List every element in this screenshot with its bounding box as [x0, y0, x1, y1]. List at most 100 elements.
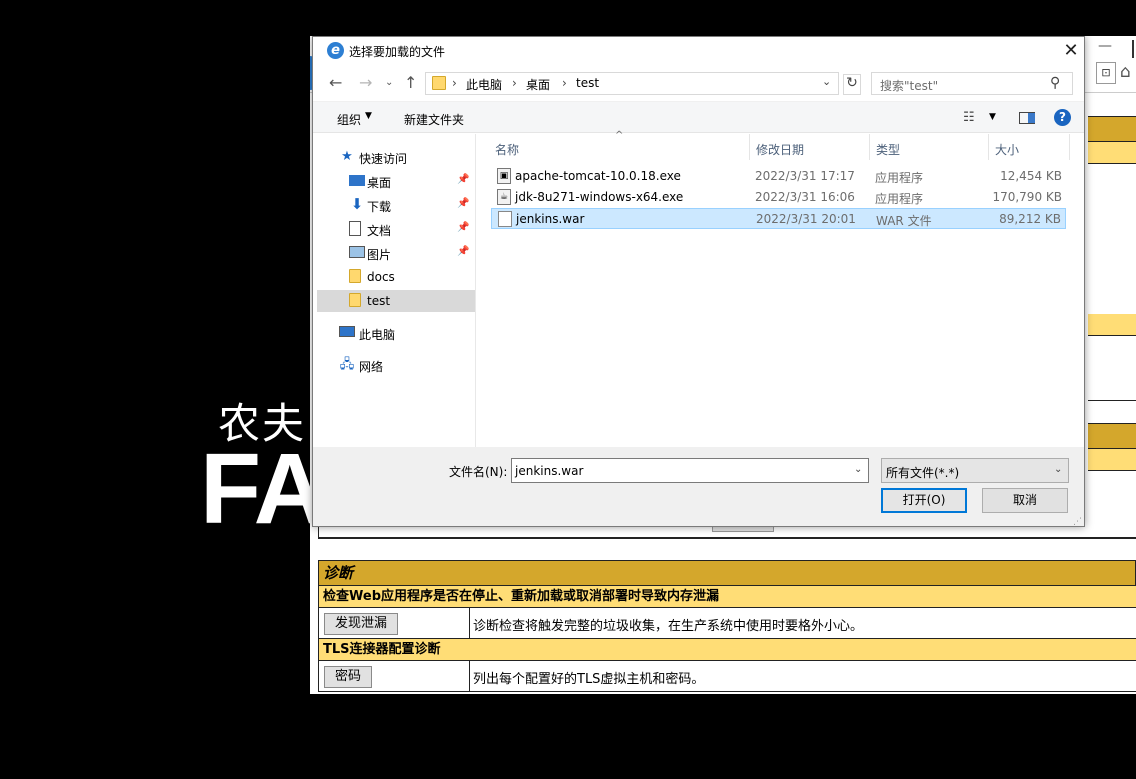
nav-downloads[interactable]: ⬇ 下载 📌: [317, 194, 475, 216]
download-icon: ⬇: [350, 195, 364, 213]
file-open-dialog: e 选择要加载的文件 ✕ ← → ⌄ ↑ › 此电脑 › 桌面 › test ⌄…: [312, 36, 1085, 527]
file-list: ^ 名称 修改日期 类型 大小 ▣ apache-tomcat-10.0.18.…: [477, 130, 1083, 447]
back-button[interactable]: ←: [329, 73, 342, 92]
new-folder-button[interactable]: 新建文件夹: [404, 111, 464, 128]
document-icon: [349, 221, 361, 236]
refresh-button[interactable]: ↻: [843, 74, 861, 95]
nav-pictures[interactable]: 图片 📌: [317, 242, 475, 264]
memory-leak-row: 发现泄漏 诊断检查将触发完整的垃圾收集，在生产系统中使用时要格外小心。: [318, 608, 1136, 639]
search-icon[interactable]: ⚲: [1050, 75, 1060, 91]
compat-view-button[interactable]: ⊡: [1096, 62, 1116, 84]
pin-icon: 📌: [457, 246, 470, 257]
nav-documents[interactable]: 文档 📌: [317, 218, 475, 240]
nav-desktop[interactable]: 桌面 📌: [317, 170, 475, 192]
breadcrumb-this-pc[interactable]: 此电脑: [466, 76, 502, 93]
nav-docs-folder[interactable]: docs: [317, 266, 475, 288]
cancel-button[interactable]: 取消: [982, 488, 1068, 513]
pane-divider[interactable]: [475, 134, 476, 447]
breadcrumb-test[interactable]: test: [576, 76, 599, 90]
preview-pane-icon[interactable]: [1019, 112, 1035, 124]
filetype-value: 所有文件(*.*): [886, 466, 960, 480]
chevron-down-icon[interactable]: ⌄: [854, 464, 862, 475]
file-row-selected[interactable]: jenkins.war 2022/3/31 20:01 WAR 文件 89,21…: [491, 208, 1066, 229]
up-button[interactable]: ↑: [404, 73, 417, 92]
cell-divider: [469, 661, 470, 692]
cell-divider: [469, 608, 470, 639]
pin-icon: 📌: [457, 174, 470, 185]
tls-heading: TLS连接器配置诊断: [318, 639, 1136, 661]
dialog-toolbar: 组织 ▼ 新建文件夹 ☷ ▼ ?: [313, 101, 1084, 133]
view-options-icon[interactable]: ☷: [963, 110, 975, 125]
chevron-right-icon[interactable]: ›: [562, 76, 567, 90]
nav-this-pc[interactable]: 此电脑: [317, 322, 475, 344]
file-row[interactable]: ▣ apache-tomcat-10.0.18.exe 2022/3/31 17…: [491, 166, 1066, 187]
column-divider[interactable]: [988, 134, 989, 160]
column-header-type[interactable]: 类型: [876, 141, 900, 158]
diagnostics-title: 诊断: [318, 560, 1136, 586]
navigation-pane: ★ 快速访问 桌面 📌 ⬇ 下载 📌 文档 📌 图片 📌 docs test 此…: [317, 134, 475, 447]
chevron-right-icon[interactable]: ›: [512, 76, 517, 90]
caret-down-icon[interactable]: ▼: [365, 111, 372, 121]
nav-network[interactable]: 🖧 网络: [317, 354, 475, 376]
recent-locations-button[interactable]: ⌄: [385, 77, 393, 88]
column-divider[interactable]: [869, 134, 870, 160]
nav-quick-access[interactable]: ★ 快速访问: [317, 146, 475, 168]
browser-maximize-button[interactable]: [1132, 40, 1136, 58]
ciphers-description: 列出每个配置好的TLS虚拟主机和密码。: [473, 672, 705, 687]
ciphers-button[interactable]: 密码: [324, 666, 373, 688]
folder-icon: [432, 76, 446, 90]
filename-value: jenkins.war: [515, 464, 584, 478]
open-button[interactable]: 打开(O): [881, 488, 967, 513]
bg-table-subheader: [1088, 314, 1136, 336]
file-icon: [498, 211, 512, 227]
pin-icon: 📌: [457, 198, 470, 209]
chevron-right-icon[interactable]: ›: [452, 76, 457, 90]
breadcrumb-desktop[interactable]: 桌面: [526, 76, 550, 93]
close-button[interactable]: ✕: [1059, 39, 1083, 63]
browser-minimize-button[interactable]: —: [1098, 38, 1112, 54]
forward-button[interactable]: →: [359, 73, 372, 92]
column-header-name[interactable]: 名称: [495, 141, 519, 158]
caret-down-icon[interactable]: ▼: [989, 112, 996, 122]
filename-input[interactable]: jenkins.war ⌄: [511, 458, 869, 483]
star-icon: ★: [341, 149, 353, 164]
search-placeholder: 搜索"test": [880, 79, 939, 93]
bg-table-header: [1088, 116, 1136, 142]
organize-button[interactable]: 组织: [337, 111, 361, 128]
sort-ascending-icon: ^: [615, 130, 624, 141]
ie-icon: e: [327, 42, 344, 59]
filename-label: 文件名(N):: [449, 465, 508, 479]
brand-logo-english: FA: [200, 433, 326, 545]
network-icon: 🖧: [339, 357, 355, 372]
nav-test-folder[interactable]: test: [317, 290, 475, 312]
find-leaks-button[interactable]: 发现泄漏: [324, 613, 399, 635]
column-divider[interactable]: [749, 134, 750, 160]
chevron-down-icon[interactable]: ⌄: [1054, 464, 1062, 475]
tls-row: 密码 列出每个配置好的TLS虚拟主机和密码。: [318, 661, 1136, 692]
bg-table-header: [1088, 423, 1136, 449]
diagnostics-section: 诊断 检查Web应用程序是否在停止、重新加载或取消部署时导致内存泄漏 发现泄漏 …: [318, 560, 1136, 692]
pictures-icon: [349, 246, 365, 258]
executable-icon: ▣: [497, 168, 511, 184]
resize-grip-icon[interactable]: ⋰: [1073, 517, 1082, 527]
executable-icon: ☕: [497, 189, 511, 205]
search-input[interactable]: 搜索"test" ⚲: [871, 72, 1073, 95]
desktop-icon: [349, 175, 365, 186]
column-header-size[interactable]: 大小: [995, 141, 1019, 158]
home-icon[interactable]: ⌂: [1120, 62, 1131, 82]
column-divider[interactable]: [1069, 134, 1070, 160]
help-icon[interactable]: ?: [1054, 109, 1071, 126]
memory-leak-heading: 检查Web应用程序是否在停止、重新加载或取消部署时导致内存泄漏: [318, 586, 1136, 608]
dialog-footer: 文件名(N): jenkins.war ⌄ 所有文件(*.*) ⌄ 打开(O) …: [313, 447, 1084, 527]
pin-icon: 📌: [457, 222, 470, 233]
column-header-date[interactable]: 修改日期: [756, 141, 804, 158]
dialog-title: 选择要加载的文件: [349, 45, 446, 59]
file-row[interactable]: ☕ jdk-8u271-windows-x64.exe 2022/3/31 16…: [491, 187, 1066, 208]
filetype-select[interactable]: 所有文件(*.*) ⌄: [881, 458, 1069, 483]
address-bar[interactable]: › 此电脑 › 桌面 › test ⌄: [425, 72, 839, 95]
folder-icon: [349, 269, 361, 283]
computer-icon: [339, 326, 355, 337]
folder-icon: [349, 293, 361, 307]
chevron-down-icon[interactable]: ⌄: [822, 75, 831, 88]
bg-table-divider: [1088, 400, 1136, 401]
